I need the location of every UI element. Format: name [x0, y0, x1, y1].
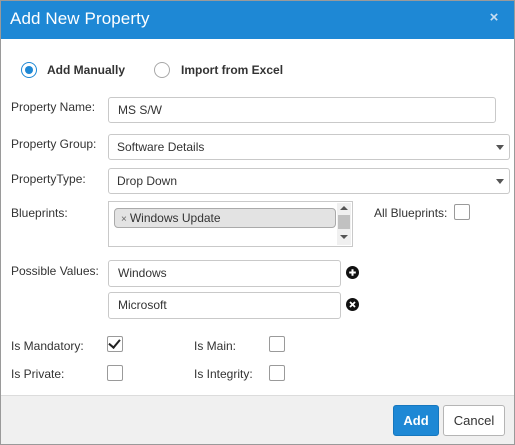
blueprint-chip-label: Windows Update [129, 211, 221, 225]
add-property-dialog: Add New Property × Add Manually Import f… [0, 0, 515, 445]
is-integrity-checkbox[interactable] [269, 365, 285, 381]
property-type-select[interactable]: Drop Down [108, 168, 510, 194]
property-type-label: PropertyType: [11, 172, 86, 186]
is-private-checkbox[interactable] [107, 365, 123, 381]
possible-value-input[interactable]: Microsoft [108, 292, 341, 319]
possible-value-input[interactable]: Windows [108, 260, 341, 287]
blueprints-multiselect[interactable]: × Windows Update [108, 201, 353, 247]
add-manually-radio[interactable] [21, 62, 37, 78]
x-icon[interactable]: × [121, 214, 127, 225]
import-excel-label[interactable]: Import from Excel [181, 63, 283, 77]
is-main-label: Is Main: [194, 339, 237, 353]
property-group-select[interactable]: Software Details [108, 134, 510, 160]
chevron-down-icon [496, 179, 504, 184]
scroll-thumb[interactable] [338, 215, 350, 229]
is-mandatory-checkbox[interactable] [107, 336, 123, 352]
possible-values-label: Possible Values: [11, 264, 99, 278]
dialog-footer: Add Cancel [1, 395, 514, 444]
import-excel-radio[interactable] [154, 62, 170, 78]
property-group-label: Property Group: [11, 137, 97, 151]
property-type-value: Drop Down [117, 174, 178, 188]
all-blueprints-label: All Blueprints: [374, 206, 448, 220]
is-mandatory-label: Is Mandatory: [11, 339, 84, 353]
add-button[interactable]: Add [393, 405, 439, 436]
is-private-label: Is Private: [11, 367, 65, 381]
scroll-down-icon[interactable] [340, 235, 348, 239]
dialog-title: Add New Property [10, 9, 150, 28]
blueprints-label: Blueprints: [11, 206, 68, 220]
blueprints-scrollbar[interactable] [337, 203, 351, 245]
close-icon[interactable]: × [487, 10, 501, 26]
is-integrity-label: Is Integrity: [194, 367, 253, 381]
add-manually-label[interactable]: Add Manually [47, 63, 125, 77]
all-blueprints-checkbox[interactable] [454, 204, 470, 220]
property-name-label: Property Name: [11, 100, 96, 114]
is-main-checkbox[interactable] [269, 336, 285, 352]
x-circle-icon[interactable] [346, 298, 359, 311]
checkmark-icon [108, 336, 121, 349]
property-name-input[interactable]: MS S/W [108, 97, 496, 123]
scroll-up-icon[interactable] [340, 206, 348, 210]
plus-circle-icon[interactable] [346, 266, 359, 279]
dialog-header: Add New Property × [1, 1, 514, 39]
property-group-value: Software Details [117, 140, 205, 154]
blueprint-chip: × Windows Update [114, 208, 336, 228]
chevron-down-icon [496, 145, 504, 150]
cancel-button[interactable]: Cancel [443, 405, 505, 436]
